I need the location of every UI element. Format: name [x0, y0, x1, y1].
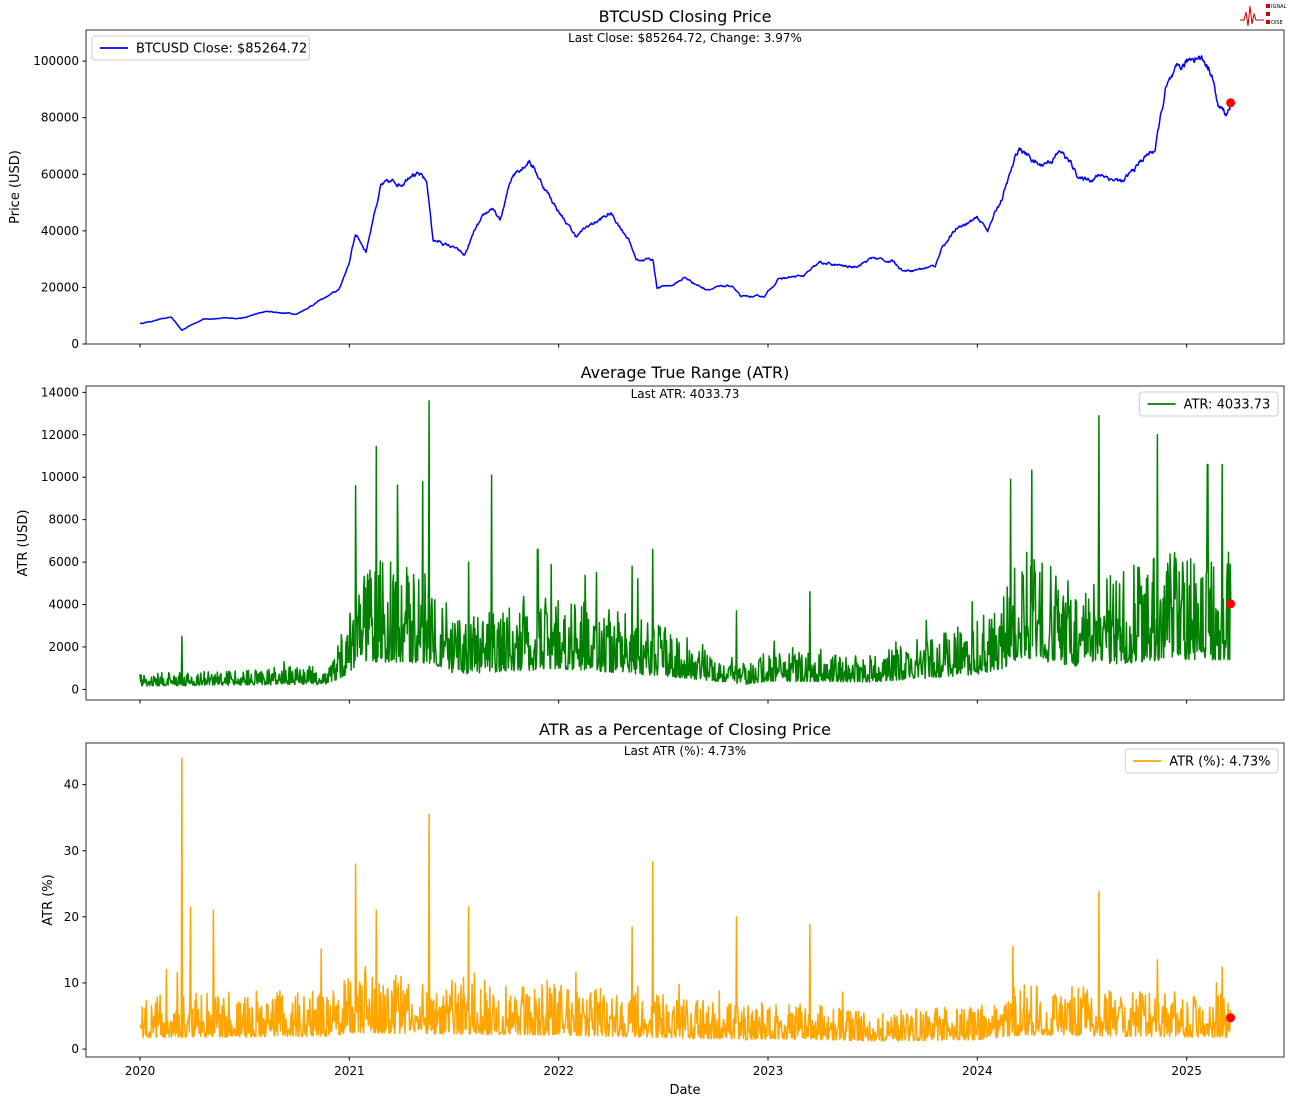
- y-tick-label: 40000: [41, 224, 79, 238]
- y-tick-label: 8000: [48, 513, 79, 527]
- y-tick-label: 20000: [41, 280, 79, 294]
- last-point-marker: [1226, 599, 1235, 608]
- x-axis-label: Date: [669, 1083, 700, 1098]
- chart-subtitle: Last ATR: 4033.73: [631, 387, 740, 401]
- chart-title: BTCUSD Closing Price: [599, 7, 772, 26]
- series-line: [140, 56, 1231, 330]
- y-tick-label: 10000: [41, 470, 79, 484]
- figure: IGNAL OISE 020000400006000080000100000BT…: [0, 0, 1292, 1107]
- last-point-marker: [1226, 98, 1235, 107]
- subplot-3: 0 10 20 30 40 2020 2021 2022 2023 2024 2025 ATR as …: [41, 720, 1284, 1098]
- y-tick-label: 30: [64, 844, 79, 858]
- legend-label: ATR: 4033.73: [1184, 398, 1271, 413]
- axes-frame: [86, 386, 1284, 700]
- legend-label: ATR (%): 4.73%: [1169, 755, 1270, 770]
- x-tick-label: 2021: [334, 1064, 365, 1078]
- svg-text:IGNAL: IGNAL: [1271, 4, 1287, 10]
- y-tick-label: 40: [64, 778, 79, 792]
- x-tick-label: 2025: [1171, 1064, 1202, 1078]
- x-tick-label: 2020: [125, 1064, 156, 1078]
- legend: ATR (%): 4.73%: [1125, 749, 1278, 773]
- y-tick-label: 100000: [33, 54, 79, 68]
- axes-frame: [86, 30, 1284, 344]
- y-tick-label: 10: [64, 976, 79, 990]
- y-tick-label: 0: [71, 1042, 79, 1056]
- y-tick-label: 0: [71, 337, 79, 351]
- x-tick-label: 2024: [962, 1064, 993, 1078]
- y-tick-label: 20: [64, 910, 79, 924]
- subplot-1: 0 20000 40000 60000 80000 100000 BTCUSD Closin…: [8, 7, 1284, 351]
- y-tick-label: 0: [71, 682, 79, 696]
- y-tick-label: 2000: [48, 640, 79, 654]
- series-line: [140, 401, 1231, 686]
- last-point-marker: [1226, 1013, 1235, 1022]
- logo: IGNAL OISE: [1240, 4, 1287, 26]
- y-tick-label: 4000: [48, 598, 79, 612]
- y-axis-label: Price (USD): [8, 150, 23, 224]
- y-tick-label: 12000: [41, 428, 79, 442]
- chart-subtitle: Last Close: $85264.72, Change: 3.97%: [568, 31, 802, 45]
- svg-text:OISE: OISE: [1271, 20, 1283, 26]
- y-axis-label: ATR (USD): [16, 510, 31, 577]
- series-line: [140, 758, 1231, 1041]
- y-tick-label: 80000: [41, 111, 79, 125]
- y-tick-label: 6000: [48, 555, 79, 569]
- legend: ATR: 4033.73: [1140, 392, 1278, 416]
- legend-label: BTCUSD Close: $85264.72: [136, 42, 307, 57]
- x-tick-label: 2023: [753, 1064, 784, 1078]
- chart-title: Average True Range (ATR): [581, 363, 790, 382]
- x-tick-label: 2022: [543, 1064, 574, 1078]
- chart-subtitle: Last ATR (%): 4.73%: [624, 744, 746, 758]
- y-tick-label: 60000: [41, 167, 79, 181]
- chart-title: ATR as a Percentage of Closing Price: [539, 720, 831, 739]
- y-axis-label: ATR (%): [41, 874, 56, 926]
- subplot-2: 0 2000 4000 6000 8000 10000 12000 14000 Average …: [16, 363, 1284, 704]
- legend: BTCUSD Close: $85264.72: [92, 36, 310, 60]
- y-tick-label: 14000: [41, 385, 79, 399]
